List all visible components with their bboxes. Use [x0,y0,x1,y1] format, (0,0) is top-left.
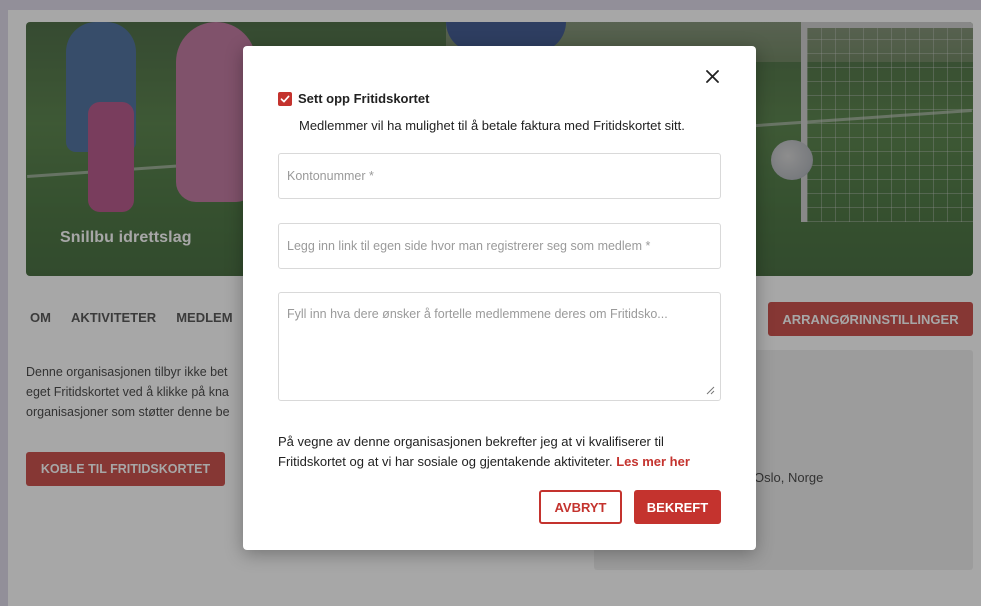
account-number-field[interactable] [278,153,721,199]
confirmation-text: På vegne av denne organisasjonen bekreft… [278,434,690,469]
setup-checkbox-label: Sett opp Fritidskortet [298,91,430,106]
account-number-input[interactable] [279,154,720,198]
info-text-field[interactable] [278,292,721,401]
cancel-button[interactable]: AVBRYT [539,490,622,524]
modal-subtext: Medlemmer vil ha mulighet til å betale f… [299,118,685,133]
close-button[interactable] [702,66,722,86]
info-textarea[interactable] [279,293,720,400]
setup-checkbox-row[interactable]: Sett opp Fritidskortet [278,91,429,106]
fritidskortet-modal: Sett opp Fritidskortet Medlemmer vil ha … [243,46,756,550]
close-icon [705,69,719,83]
resize-handle-icon[interactable] [706,386,715,395]
checkmark-icon [280,95,290,102]
setup-checkbox[interactable] [278,91,292,106]
registration-link-input[interactable] [279,224,720,268]
confirm-button[interactable]: BEKREFT [634,490,721,524]
registration-link-field[interactable] [278,223,721,269]
read-more-link[interactable]: Les mer her [616,454,690,469]
